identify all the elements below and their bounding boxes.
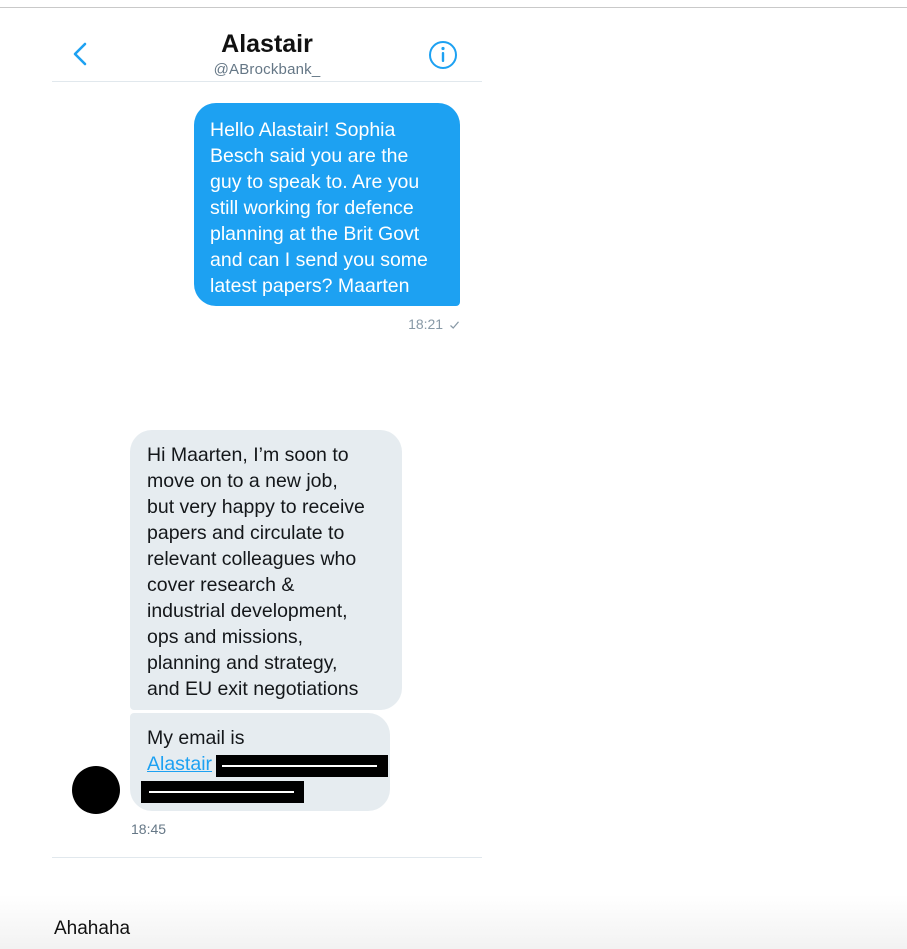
- message-line: latest papers? Maarten: [210, 275, 410, 297]
- info-icon[interactable]: [428, 40, 458, 70]
- redaction-bar: [141, 781, 304, 803]
- message-line: cover research &: [147, 574, 295, 596]
- email-link[interactable]: Alastair: [147, 753, 212, 775]
- top-divider: [0, 7, 907, 8]
- incoming-message-bubble[interactable]: My email is Alastair: [130, 713, 390, 811]
- message-line: but very happy to receive: [147, 496, 365, 518]
- timestamp-text: 18:21: [408, 316, 444, 332]
- message-line: move on to a new job,: [147, 470, 338, 492]
- header-divider: [52, 81, 482, 82]
- message-line: planning at the Brit Govt: [210, 223, 420, 245]
- message-line: ops and missions,: [147, 626, 304, 648]
- message-line: Hi Maarten, I’m soon to: [147, 444, 349, 466]
- contact-handle[interactable]: @ABrockbank_: [52, 61, 482, 78]
- message-line: Besch said you are the: [210, 145, 409, 167]
- outgoing-timestamp: 18:21: [360, 316, 460, 332]
- message-line: planning and strategy,: [147, 652, 338, 674]
- outgoing-message-bubble[interactable]: Hello Alastair! Sophia Besch said you ar…: [194, 103, 460, 306]
- message-line: industrial development,: [147, 600, 348, 622]
- redaction-bar: [216, 755, 388, 777]
- message-line: and can I send you some: [210, 249, 428, 271]
- composer-input[interactable]: Ahahaha: [54, 918, 130, 940]
- message-line: Hello Alastair! Sophia: [210, 119, 396, 141]
- avatar[interactable]: [72, 766, 120, 814]
- composer-bar: [0, 895, 907, 949]
- message-line: relevant colleagues who: [147, 548, 357, 570]
- message-line: still working for defence: [210, 197, 414, 219]
- message-line: papers and circulate to: [147, 522, 345, 544]
- incoming-timestamp: 18:45: [131, 821, 167, 837]
- message-line: and EU exit negotiations: [147, 678, 359, 700]
- message-line: My email is: [147, 727, 245, 749]
- incoming-message-bubble[interactable]: Hi Maarten, I’m soon to move on to a new…: [130, 430, 402, 710]
- checkmark-icon: [450, 321, 459, 330]
- message-line: guy to speak to. Are you: [210, 171, 420, 193]
- contact-name[interactable]: Alastair: [52, 30, 482, 59]
- conversation-header: Alastair @ABrockbank_: [52, 18, 482, 82]
- composer-divider: [52, 857, 482, 858]
